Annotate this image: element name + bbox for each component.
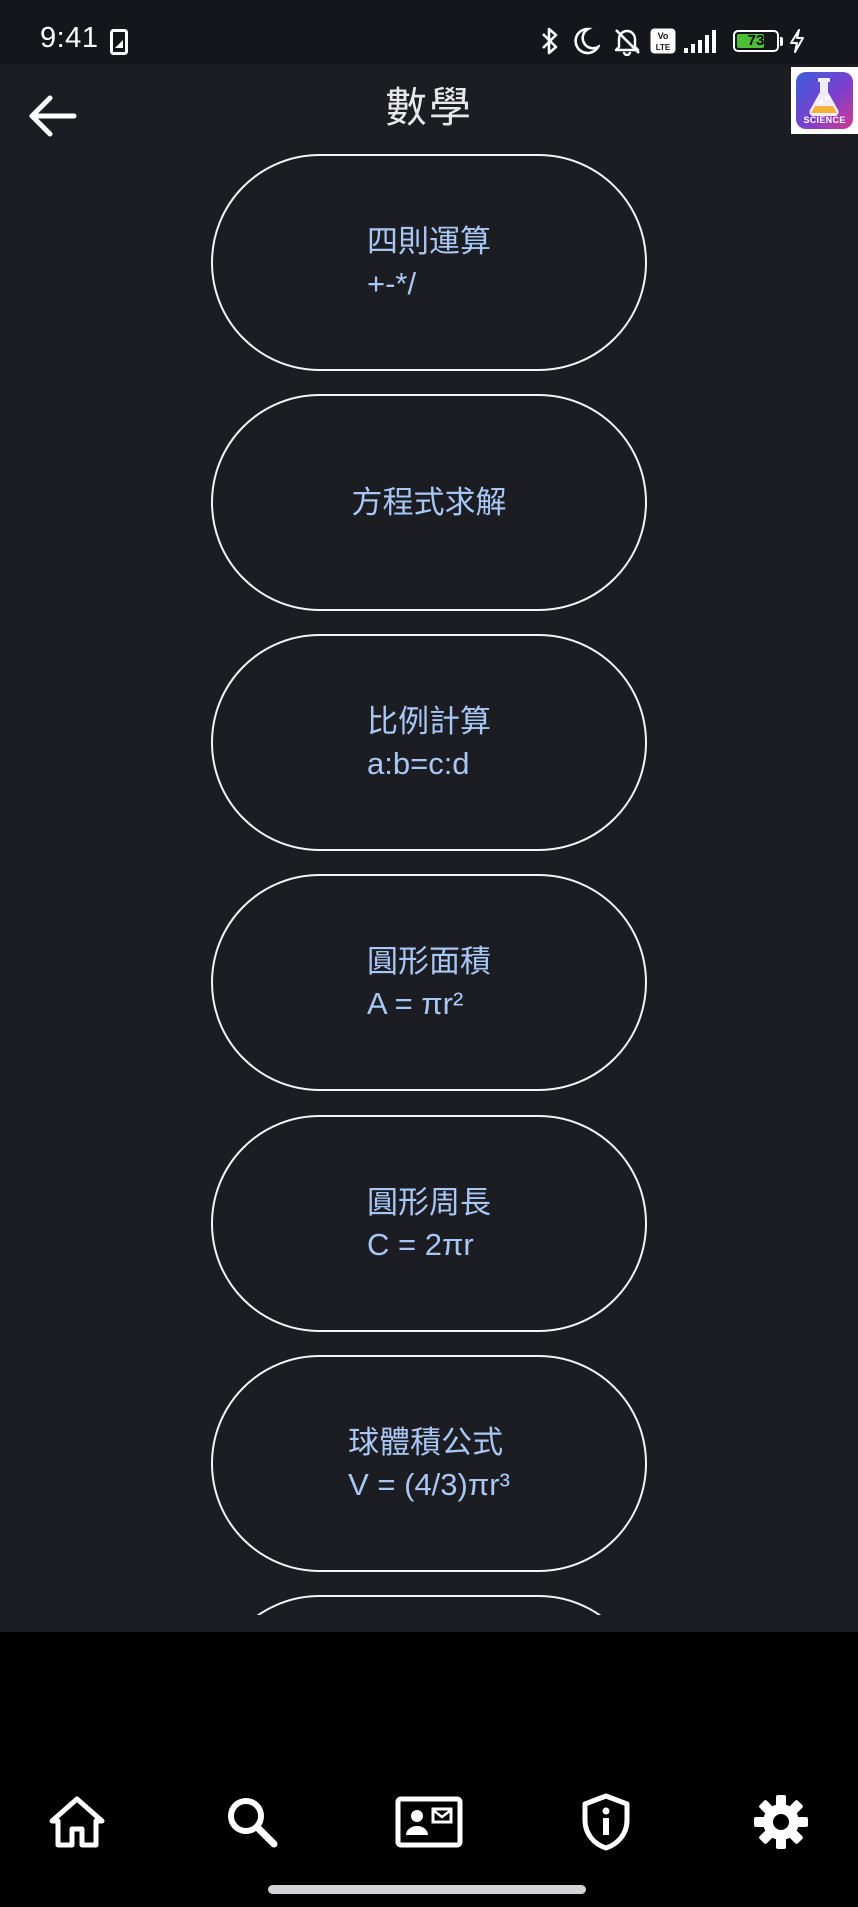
battery-icon: 73 — [733, 30, 779, 52]
battery-text: 73 — [747, 32, 765, 49]
topic-title: 四則運算 — [367, 223, 491, 259]
shield-info-icon — [582, 1793, 630, 1851]
topic-text: 方程式求解 — [352, 482, 507, 524]
svg-text:Vo: Vo — [658, 31, 669, 41]
sim-card-icon — [110, 29, 128, 60]
topic-title: 圓形面積 — [367, 943, 491, 979]
search-icon — [228, 1798, 278, 1848]
volte-icon: Vo LTE — [650, 28, 676, 59]
app-bar: 數學 SCIENCE — [0, 64, 858, 154]
topic-text: 球體積公式 V = (4/3)πr³ — [348, 1422, 510, 1506]
topic-button-ratio[interactable]: 比例計算 a:b=c:d — [211, 634, 647, 851]
app-logo: SCIENCE — [791, 67, 858, 134]
signal-icon — [683, 28, 721, 59]
topic-list-clip — [0, 1595, 858, 1615]
topic-button-circle-circumference[interactable]: 圓形周長 C = 2πr — [211, 1115, 647, 1332]
topic-title: 球體積公式 — [348, 1424, 504, 1460]
topic-title: 方程式求解 — [351, 484, 507, 520]
app-logo-text: SCIENCE — [803, 115, 846, 125]
nav-contact-button[interactable] — [389, 1782, 469, 1862]
bell-off-icon — [612, 26, 642, 61]
topic-subtitle: C = 2πr — [367, 1226, 474, 1262]
topic-text: 圓形面積 A = πr² — [367, 941, 491, 1025]
topic-button-circle-area[interactable]: 圓形面積 A = πr² — [211, 874, 647, 1091]
topic-text: 比例計算 a:b=c:d — [367, 701, 491, 785]
topic-text: 圓形周長 C = 2πr — [367, 1182, 491, 1266]
nav-settings-button[interactable] — [741, 1782, 821, 1862]
gear-icon — [754, 1795, 808, 1849]
main-content: 四則運算 +-*/ 方程式求解 比例計算 a:b=c:d 圓形面積 A = πr… — [0, 64, 858, 1632]
battery-cap — [780, 37, 783, 46]
topic-button-partial[interactable] — [211, 1595, 647, 1615]
charging-icon — [789, 29, 805, 58]
topic-button-sphere-volume[interactable]: 球體積公式 V = (4/3)πr³ — [211, 1355, 647, 1572]
nav-info-button[interactable] — [566, 1782, 646, 1862]
topic-text: 四則運算 +-*/ — [367, 221, 491, 305]
status-bar: 9:41 Vo LTE 73 — [0, 0, 858, 64]
topic-subtitle: a:b=c:d — [367, 745, 470, 781]
topic-title: 圓形周長 — [367, 1184, 491, 1220]
svg-text:LTE: LTE — [656, 43, 671, 52]
page-title: 數學 — [384, 84, 473, 131]
home-indicator[interactable] — [268, 1885, 586, 1894]
contact-card-icon — [395, 1796, 463, 1848]
topic-subtitle: A = πr² — [367, 985, 464, 1021]
bluetooth-icon — [540, 26, 560, 61]
flask-icon: SCIENCE — [796, 72, 853, 129]
status-time: 9:41 — [40, 22, 99, 54]
app-screen: 9:41 Vo LTE 73 四則運算 +-*/ 方程式求解 比例計算 a:b=… — [0, 0, 858, 1907]
nav-search-button[interactable] — [212, 1782, 292, 1862]
topic-subtitle: V = (4/3)πr³ — [348, 1466, 510, 1502]
topic-button-arithmetic[interactable]: 四則運算 +-*/ — [211, 154, 647, 371]
topic-button-equation-solver[interactable]: 方程式求解 — [211, 394, 647, 611]
nav-home-button[interactable] — [37, 1782, 117, 1862]
bottom-navigation — [0, 1632, 858, 1907]
topic-subtitle: +-*/ — [367, 265, 417, 301]
moon-icon — [572, 27, 602, 60]
home-icon — [49, 1796, 105, 1848]
topic-title: 比例計算 — [367, 703, 491, 739]
